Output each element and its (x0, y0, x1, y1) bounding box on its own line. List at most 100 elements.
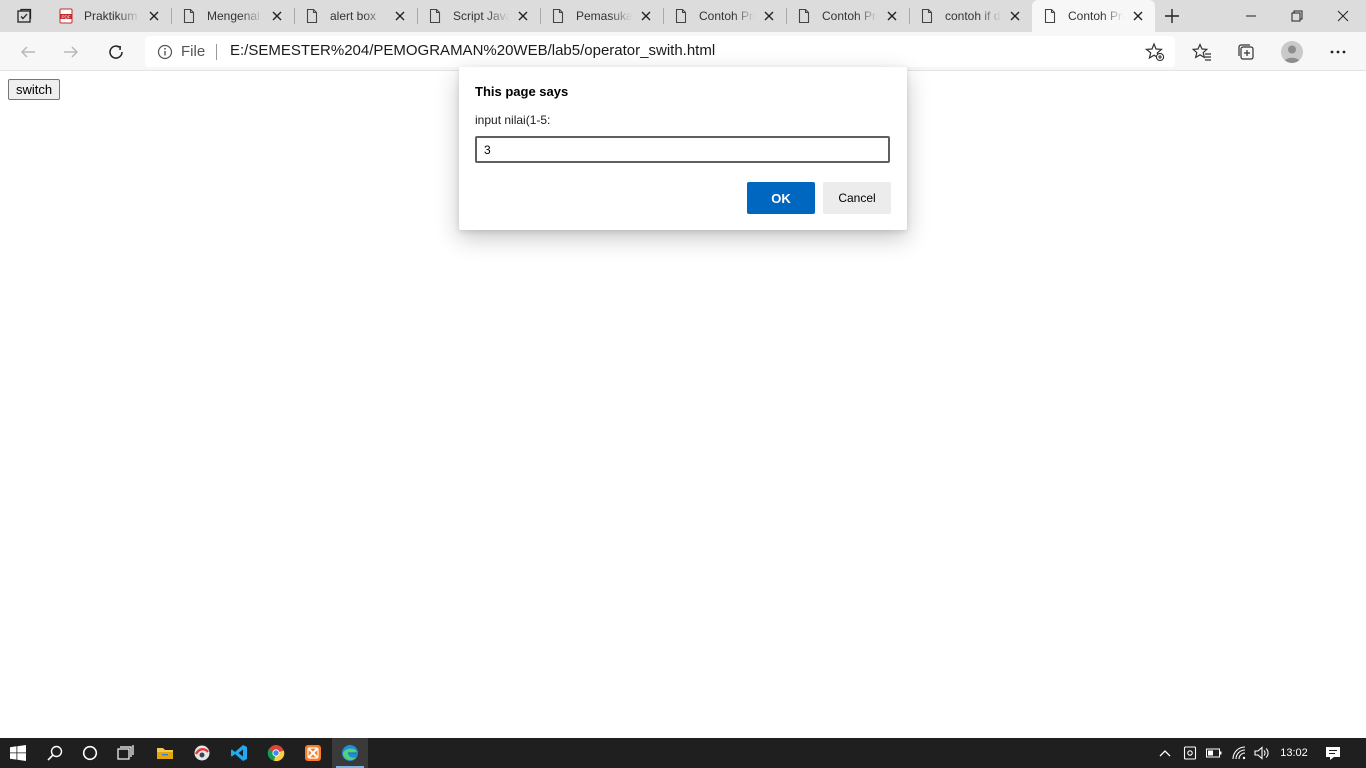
page-icon (673, 8, 689, 24)
more-options-button[interactable] (1322, 36, 1354, 68)
close-tab-icon[interactable] (147, 9, 161, 23)
url-text[interactable]: E:/SEMESTER%204/PEMOGRAMAN%20WEB/lab5/op… (230, 42, 715, 59)
task-view-button[interactable] (108, 738, 144, 768)
page-icon (919, 8, 935, 24)
close-tab-icon[interactable] (270, 9, 284, 23)
chevron-up-icon (1159, 750, 1171, 757)
refresh-icon (109, 45, 123, 59)
restore-button[interactable] (1274, 0, 1320, 32)
taskbar-file-explorer[interactable] (147, 738, 183, 768)
close-tab-icon[interactable] (1008, 9, 1022, 23)
back-button[interactable] (12, 36, 44, 68)
tab-praktikum[interactable]: PDF Praktikum (48, 0, 171, 32)
new-tab-button[interactable] (1160, 4, 1184, 28)
page-icon (181, 8, 197, 24)
avatar (1281, 41, 1303, 63)
minimize-button[interactable] (1228, 0, 1274, 32)
address-bar[interactable]: File E:/SEMESTER%204/PEMOGRAMAN%20WEB/la… (145, 36, 1175, 67)
close-tab-icon[interactable] (762, 9, 776, 23)
arrow-right-icon (64, 46, 79, 58)
taskbar-clock[interactable]: 13:02 (1272, 738, 1316, 768)
close-tab-icon[interactable] (393, 9, 407, 23)
taskbar-xampp[interactable] (295, 738, 331, 768)
tab-script-java[interactable]: Script Java (417, 0, 540, 32)
tab-strip: PDF Praktikum Mengenal alert box Script … (0, 0, 1366, 32)
browser-toolbar: File E:/SEMESTER%204/PEMOGRAMAN%20WEB/la… (0, 32, 1366, 71)
tab-title: Contoh Pro (1068, 9, 1124, 23)
xampp-icon (305, 745, 321, 761)
info-icon[interactable] (157, 44, 173, 60)
prompt-dialog: This page says input nilai(1-5: OK Cance… (459, 67, 907, 230)
tab-title: Mengenal (207, 9, 260, 23)
tab-title: Contoh Pro (699, 9, 755, 23)
restore-icon (1291, 10, 1303, 22)
taskbar-vscode[interactable] (221, 738, 257, 768)
close-icon (1337, 10, 1349, 22)
tray-wifi[interactable] (1229, 738, 1249, 768)
close-window-button[interactable] (1320, 0, 1366, 32)
url-scheme-label: File (181, 43, 206, 60)
notification-icon (1326, 746, 1340, 760)
start-button[interactable] (0, 738, 36, 768)
action-center-button[interactable] (1320, 738, 1346, 768)
taskbar-edge[interactable] (332, 738, 368, 768)
page-icon (796, 8, 812, 24)
arrow-left-icon (20, 46, 35, 58)
switch-button[interactable]: switch (8, 79, 61, 100)
tab-actions-button[interactable] (8, 4, 40, 28)
collections-icon (1238, 44, 1254, 60)
tray-meet-now[interactable] (1180, 738, 1200, 768)
favorites-icon (1192, 43, 1211, 61)
favorites-button[interactable] (1186, 36, 1218, 68)
tab-pemasukan[interactable]: Pemasukan (540, 0, 663, 32)
tab-title: Script Java (453, 9, 509, 23)
dialog-title: This page says (475, 84, 569, 99)
tab-list: PDF Praktikum Mengenal alert box Script … (48, 0, 1155, 32)
tab-title: Praktikum (84, 9, 138, 23)
task-view-icon (117, 745, 134, 760)
edge-icon (342, 745, 358, 761)
collections-button[interactable] (1230, 36, 1262, 68)
url-separator (216, 44, 217, 60)
tab-contoh-if[interactable]: contoh if d (909, 0, 1032, 32)
refresh-button[interactable] (100, 36, 132, 68)
svg-text:PDF: PDF (62, 14, 71, 19)
tab-title: contoh if d (945, 9, 1001, 23)
close-tab-icon[interactable] (885, 9, 899, 23)
battery-icon (1206, 748, 1222, 758)
search-button[interactable] (37, 738, 73, 768)
taskbar: 13:02 (0, 738, 1366, 768)
tab-alert-box[interactable]: alert box (294, 0, 417, 32)
close-tab-icon[interactable] (516, 9, 530, 23)
plus-icon (1165, 9, 1179, 23)
taskbar-app-flashcard[interactable] (184, 738, 220, 768)
prompt-input[interactable] (475, 136, 890, 163)
cancel-button[interactable]: Cancel (823, 182, 891, 214)
camera-icon (1183, 746, 1197, 760)
tab-mengenal[interactable]: Mengenal (171, 0, 294, 32)
windows-logo-icon (10, 745, 26, 761)
tab-title: alert box (330, 9, 377, 23)
tab-title: Contoh Pro (822, 9, 878, 23)
cortana-button[interactable] (72, 738, 108, 768)
tab-contoh-pro-2[interactable]: Contoh Pro (786, 0, 909, 32)
close-tab-icon[interactable] (1131, 9, 1145, 23)
ok-button[interactable]: OK (747, 182, 815, 214)
cortana-icon (82, 745, 98, 761)
profile-button[interactable] (1276, 36, 1308, 68)
tab-contoh-pro-active[interactable]: Contoh Pro (1032, 0, 1155, 32)
forward-button[interactable] (55, 36, 87, 68)
volume-icon (1254, 746, 1269, 760)
tray-volume[interactable] (1252, 738, 1272, 768)
tab-title: Pemasukan (576, 9, 632, 23)
tab-contoh-pro-1[interactable]: Contoh Pro (663, 0, 786, 32)
wifi-icon (1232, 746, 1246, 760)
minimize-icon (1246, 15, 1256, 17)
add-favorite-button[interactable] (1145, 42, 1165, 62)
more-horizontal-icon (1330, 50, 1346, 54)
tray-battery[interactable] (1204, 738, 1224, 768)
close-tab-icon[interactable] (639, 9, 653, 23)
taskbar-chrome[interactable] (258, 738, 294, 768)
star-add-icon (1145, 42, 1165, 62)
show-hidden-icons-button[interactable] (1155, 738, 1175, 768)
